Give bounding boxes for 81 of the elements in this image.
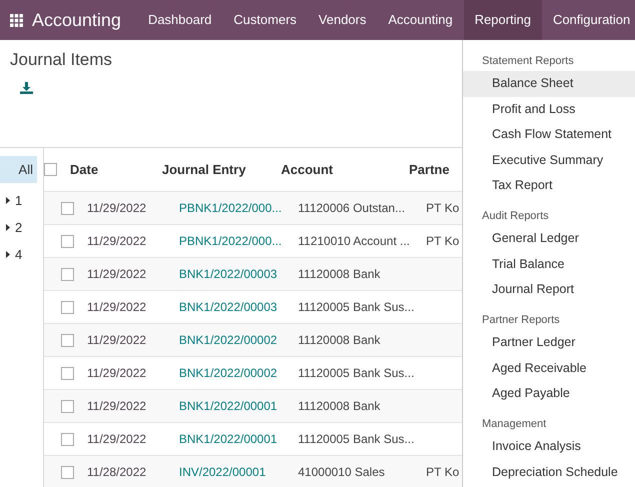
column-header[interactable]: Date xyxy=(70,160,162,180)
menu-item[interactable]: Journal Report xyxy=(463,277,635,302)
select-all-checkbox[interactable] xyxy=(44,163,57,176)
table-cell-text: 11/28/2022 xyxy=(87,464,148,481)
nav-menu-item[interactable]: Configuration xyxy=(542,0,635,40)
menu-item[interactable]: Balance Sheet xyxy=(463,71,635,96)
row-checkbox[interactable] xyxy=(61,234,74,248)
table-cell-text: 11120005 Bank Sus... xyxy=(298,365,416,382)
table-cell-text: PT Ko xyxy=(426,464,460,481)
nav-menu-item[interactable]: Vendors xyxy=(308,0,378,40)
menu-item[interactable]: Depreciation Schedule xyxy=(463,460,635,485)
nav-menu-item[interactable]: Accounting xyxy=(377,0,464,40)
menu-item[interactable]: Cash Flow Statement xyxy=(463,122,635,148)
menu-section-header: Partner Reports xyxy=(481,313,561,328)
menu-section-header: Audit Reports xyxy=(481,209,550,224)
menu-item[interactable]: General Ledger xyxy=(463,226,635,252)
table-cell-text: 11120006 Outstan... xyxy=(298,200,406,217)
table-row[interactable]: 11/29/2022 PBNK1/2022/000... 11120006 Outstan... PT Ko xyxy=(44,192,462,225)
journal-entry-link[interactable]: BNK1/2022/00001 xyxy=(179,430,298,448)
row-checkbox[interactable] xyxy=(61,366,74,380)
row-checkbox[interactable] xyxy=(61,432,74,446)
table-cell-text: 11/29/2022 xyxy=(87,365,148,382)
menu-item[interactable]: Tax Report xyxy=(463,173,635,198)
row-checkbox[interactable] xyxy=(61,300,74,314)
journal-entry-link[interactable]: PBNK1/2022/000... xyxy=(179,199,298,217)
side-panel-item[interactable]: 2 xyxy=(0,214,37,241)
journal-entry-link[interactable]: PBNK1/2022/000... xyxy=(179,232,298,250)
table-cell-text: 11120005 Bank Sus... xyxy=(298,431,416,448)
table-cell-text: 11210010 Account ... xyxy=(298,233,411,250)
table-row[interactable]: 11/29/2022 BNK1/2022/00003 11120008 Bank xyxy=(44,258,462,291)
page-title: Journal Items xyxy=(10,49,114,71)
app-name: Accounting xyxy=(32,8,122,32)
row-checkbox[interactable] xyxy=(61,400,74,412)
row-checkbox[interactable] xyxy=(61,334,74,346)
table-row[interactable]: 11/29/2022 BNK1/2022/00002 11120008 Bank xyxy=(44,324,462,357)
row-checkbox[interactable] xyxy=(61,202,74,214)
table-cell-text: 11/29/2022 xyxy=(87,398,148,415)
table-cell-text: 11120008 Bank xyxy=(298,398,382,415)
table-cell-text: 11120008 Bank xyxy=(298,266,382,283)
menu-item[interactable]: Partner Ledger xyxy=(463,330,635,356)
menu-item[interactable]: Invoice Analysis xyxy=(463,434,635,460)
column-header[interactable]: Account xyxy=(281,160,409,180)
menu-section-header: Statement Reports xyxy=(481,54,575,69)
table-cell-text: PT Ko xyxy=(426,200,460,217)
table-row[interactable]: 11/28/2022 INV/2022/00001 41000010 Sales PT Ko xyxy=(44,456,462,487)
column-header[interactable]: Partne xyxy=(409,160,462,180)
side-panel-item[interactable]: 4 xyxy=(0,241,37,268)
download-icon xyxy=(20,82,32,94)
table-cell-text: PT Ko xyxy=(426,233,460,250)
nav-menu-item[interactable]: Customers xyxy=(222,0,308,40)
journal-entry-link[interactable]: BNK1/2022/00003 xyxy=(179,298,298,316)
journal-entry-link[interactable]: INV/2022/00001 xyxy=(179,463,298,481)
column-header[interactable]: Journal Entry xyxy=(162,160,281,180)
menu-item[interactable]: Profit and Loss xyxy=(463,96,635,122)
menu-section-header: Management xyxy=(481,417,548,432)
table-cell-text: 11120005 Bank Sus... xyxy=(298,299,416,316)
table-cell-text: 11/29/2022 xyxy=(87,233,148,250)
table-cell-text: 11120008 Bank xyxy=(298,332,382,349)
table-cell-text: 11/29/2022 xyxy=(87,266,148,283)
side-panel-item[interactable]: All xyxy=(0,156,37,183)
download-button[interactable] xyxy=(18,80,34,96)
table-cell-text: 11/29/2022 xyxy=(87,431,148,448)
row-checkbox[interactable] xyxy=(61,268,74,280)
menu-item[interactable]: Executive Summary xyxy=(463,148,635,173)
menu-item[interactable]: Aged Payable xyxy=(463,381,635,406)
menu-item[interactable]: Aged Receivable xyxy=(463,356,635,381)
nav-menu-item[interactable]: Reporting xyxy=(464,0,542,40)
nav-menu-item[interactable]: Dashboard xyxy=(137,0,223,40)
table-cell-text: 41000010 Sales xyxy=(298,464,386,481)
grid-menu-icon xyxy=(10,14,22,26)
journal-entry-link[interactable]: BNK1/2022/00002 xyxy=(179,364,298,382)
menu-item[interactable]: Trial Balance xyxy=(463,252,635,277)
table-row[interactable]: 11/29/2022 BNK1/2022/00001 11120008 Bank xyxy=(44,390,462,423)
journal-entry-link[interactable]: BNK1/2022/00002 xyxy=(179,331,298,349)
row-checkbox[interactable] xyxy=(61,466,74,478)
journal-entry-link[interactable]: BNK1/2022/00003 xyxy=(179,265,298,283)
table-cell-text: 11/29/2022 xyxy=(87,200,148,217)
table-cell-text: 11/29/2022 xyxy=(87,299,148,316)
table-cell-text: 11/29/2022 xyxy=(87,332,148,349)
journal-entry-link[interactable]: BNK1/2022/00001 xyxy=(179,397,298,415)
side-panel-item[interactable]: 1 xyxy=(0,187,37,214)
